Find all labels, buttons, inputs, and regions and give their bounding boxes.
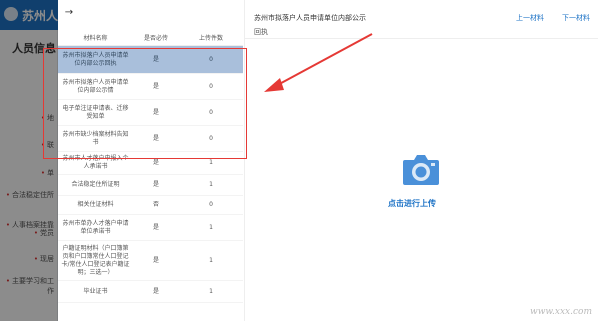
material-required: 是 — [152, 223, 159, 231]
prev-material-button[interactable]: 上一材料 — [516, 13, 544, 23]
material-required: 否 — [152, 201, 159, 208]
material-count: 1 — [209, 159, 213, 166]
material-title: 苏州市拟落户人员申请单位内部公示 — [254, 14, 366, 22]
col-header-required: 是否必传 — [143, 35, 168, 42]
highlight-box — [43, 48, 247, 159]
material-required: 是 — [152, 287, 159, 295]
material-count: 0 — [209, 201, 213, 208]
material-required: 是 — [152, 256, 159, 264]
material-count: 1 — [209, 287, 213, 295]
upload-button[interactable]: 点击进行上传 — [388, 198, 436, 209]
material-row[interactable]: 毕业证书 是 1 — [58, 281, 243, 303]
material-row[interactable]: 户籍证明材料（户口簿第页和户口簿常住人口登记卡/常住人口登记表户籍证明；三选一）… — [58, 241, 243, 281]
watermark: www.xxx.com — [530, 307, 592, 317]
col-header-name: 材料名称 — [83, 35, 108, 42]
material-row[interactable]: 相关住证材料 否 0 — [58, 196, 243, 215]
material-required: 是 — [152, 181, 159, 188]
header-divider — [244, 38, 598, 39]
material-subtitle: 回执 — [254, 28, 268, 36]
material-count: 1 — [209, 181, 213, 188]
material-row[interactable]: 合法稳定住所证明 是 1 — [58, 175, 243, 196]
material-name: 相关住证材料 — [77, 201, 114, 208]
material-name: 户籍证明材料（户口簿第页和户口簿常住人口登记卡/常住人口登记表户籍证明；三选一） — [61, 244, 130, 276]
next-material-button[interactable]: 下一材料 — [562, 13, 590, 23]
material-name: 毕业证书 — [83, 287, 108, 295]
material-name: 苏州市单办人才落户申请单位承诺书 — [62, 219, 129, 235]
material-count: 1 — [209, 256, 213, 264]
material-name: 合法稳定住所证明 — [71, 181, 120, 188]
camera-icon[interactable] — [402, 152, 440, 186]
close-drawer-icon[interactable]: → — [62, 6, 76, 20]
material-count: 1 — [209, 223, 213, 231]
material-row[interactable]: 苏州市单办人才落户申请单位承诺书 是 1 — [58, 215, 243, 241]
material-required: 是 — [152, 159, 159, 166]
table-header: 材料名称 是否必传 上传件数 — [58, 30, 243, 46]
col-header-count: 上传件数 — [198, 35, 223, 42]
